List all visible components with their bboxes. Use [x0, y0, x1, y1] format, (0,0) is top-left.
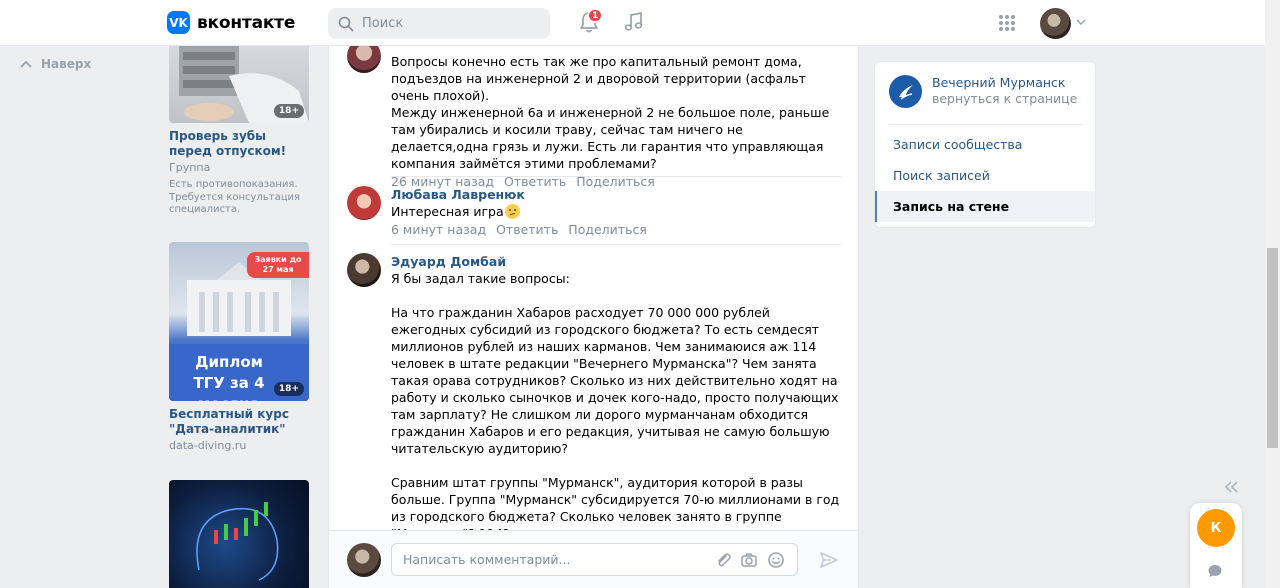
comment-item: Эдуард Домбай Я бы задал такие вопросы: …	[347, 253, 842, 559]
ad-tgu-image[interactable]: Заявки до 27 мая Диплом ТГУ за 4 месяца …	[169, 242, 309, 401]
comment-author[interactable]: Любава Лавренюк	[391, 186, 842, 203]
apps-grid-icon[interactable]	[998, 14, 1016, 32]
comment-item: Вопросы конечно есть так же про капиталь…	[347, 46, 842, 191]
comment-author[interactable]	[391, 46, 842, 53]
user-avatar[interactable]	[1040, 8, 1071, 39]
divider	[391, 176, 841, 177]
top-bar: VK вконтакте Поиск 1	[0, 0, 1265, 46]
divider	[889, 124, 1083, 125]
comment-avatar[interactable]	[347, 253, 381, 287]
comment-meta: 6 минут назад Ответить Поделиться	[391, 221, 842, 239]
search-icon	[338, 16, 354, 31]
thinking-emoji-icon	[504, 204, 520, 219]
music-icon[interactable]	[623, 11, 645, 33]
comment-input-placeholder: Написать комментарий...	[403, 552, 571, 567]
send-icon[interactable]	[819, 550, 839, 570]
comment-text: Вопросы конечно есть так же про капиталь…	[391, 54, 830, 171]
camera-icon[interactable]	[740, 551, 758, 569]
search-placeholder: Поиск	[362, 16, 404, 31]
paperclip-icon[interactable]	[714, 551, 732, 569]
share-link[interactable]: Поделиться	[568, 222, 647, 237]
vk-logo-text: вконтакте	[197, 12, 296, 33]
ad-data-course[interactable]	[169, 480, 309, 588]
comment-item: Любава Лавренюк Интересная игра 6 минут …	[347, 186, 842, 239]
comment-text: Я бы задал такие вопросы: На что граждан…	[391, 271, 840, 558]
community-side-panel: Вечерний Мурманск вернуться к странице З…	[874, 61, 1096, 228]
ad-subtitle: Группа	[169, 161, 211, 174]
ad-dental[interactable]: 18+ Проверь зубы перед отпуском! Группа …	[169, 46, 309, 217]
ad-title[interactable]: Бесплатный курс "Дата-аналитик"	[169, 407, 309, 437]
chevron-up-icon	[20, 60, 32, 68]
message-icon[interactable]	[1207, 563, 1223, 579]
comment-text: Интересная игра	[391, 203, 842, 220]
side-item-wall-post[interactable]: Запись на стене	[875, 191, 1095, 222]
chevron-down-icon[interactable]	[1076, 17, 1086, 27]
vk-logo-icon: VK	[167, 11, 190, 34]
scrollbar-thumb[interactable]	[1267, 248, 1278, 448]
ad-title[interactable]: Проверь зубы перед отпуском!	[169, 129, 309, 159]
brain-chart-image	[196, 502, 279, 581]
scroll-to-top-label: Наверх	[41, 57, 92, 71]
community-name[interactable]: Вечерний Мурманск	[932, 75, 1077, 91]
side-item-search-posts[interactable]: Поиск записей	[875, 160, 1095, 191]
comment-avatar[interactable]	[347, 46, 381, 73]
chat-avatar[interactable]: К	[1197, 509, 1235, 547]
search-input[interactable]: Поиск	[328, 8, 550, 39]
vk-logo[interactable]: VK вконтакте	[167, 11, 295, 34]
scroll-to-top-button[interactable]: Наверх	[20, 57, 91, 71]
reply-link[interactable]: Ответить	[496, 222, 558, 237]
ad-brain-image[interactable]	[169, 480, 309, 588]
comments-panel: Вопросы конечно есть так же про капиталь…	[328, 46, 859, 588]
notifications-badge: 1	[587, 8, 604, 23]
community-logo	[889, 75, 922, 108]
deadline-tag: Заявки до 27 мая	[247, 252, 309, 278]
ad-domain[interactable]: data-diving.ru	[169, 439, 309, 453]
comment-text-content: Интересная игра	[391, 204, 504, 219]
composer-avatar	[347, 543, 381, 577]
comment-input[interactable]: Написать комментарий...	[391, 543, 798, 576]
ad-dental-image[interactable]: 18+	[169, 46, 309, 123]
smile-icon[interactable]	[767, 551, 785, 569]
collapse-chats-icon[interactable]	[1223, 480, 1239, 494]
ad-disclaimer: Есть противопоказания. Требуется консуль…	[169, 179, 301, 215]
comment-time[interactable]: 6 минут назад	[391, 222, 486, 237]
community-logo-icon	[898, 84, 913, 100]
comment-avatar[interactable]	[347, 186, 381, 220]
ad-tgu[interactable]: Заявки до 27 мая Диплом ТГУ за 4 месяца …	[169, 242, 309, 453]
banner-headline: Диплом ТГУ за 4 месяца	[193, 353, 265, 401]
side-item-community-posts[interactable]: Записи сообщества	[875, 129, 1095, 160]
back-to-page-link[interactable]: вернуться к странице	[932, 91, 1077, 107]
comment-author[interactable]: Эдуард Домбай	[391, 253, 842, 270]
age-rating-badge: 18+	[273, 382, 304, 396]
divider	[391, 244, 841, 245]
comment-composer: Написать комментарий...	[329, 530, 858, 588]
community-link[interactable]: Вечерний Мурманск вернуться к странице	[889, 75, 1077, 108]
chat-sidebar: К	[1190, 503, 1242, 588]
age-rating-badge: 18+	[273, 104, 304, 118]
